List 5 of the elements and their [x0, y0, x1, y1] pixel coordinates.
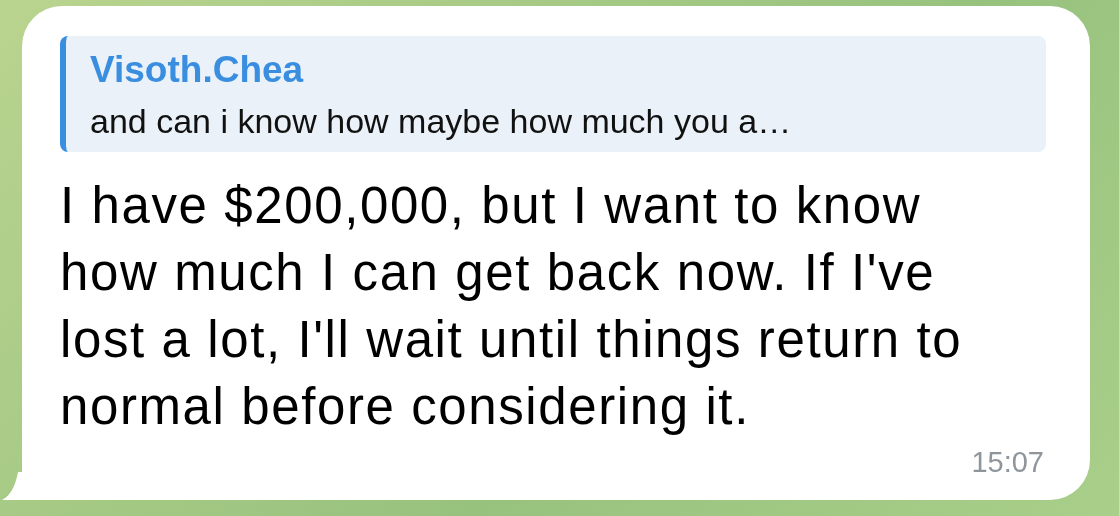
- reply-author: Visoth.Chea: [90, 48, 305, 92]
- reply-text: and can i know how maybe how much you a…: [90, 101, 793, 142]
- message-time: 15:07: [971, 446, 1044, 478]
- message-text: I have $200,000, but I want to know how much I can get back now. If I've lost a lot, I'll wait until things return to normal before considering it.: [60, 176, 964, 437]
- reply-quote[interactable]: Visoth.Chea and can i know how maybe how much you a…: [60, 36, 1046, 152]
